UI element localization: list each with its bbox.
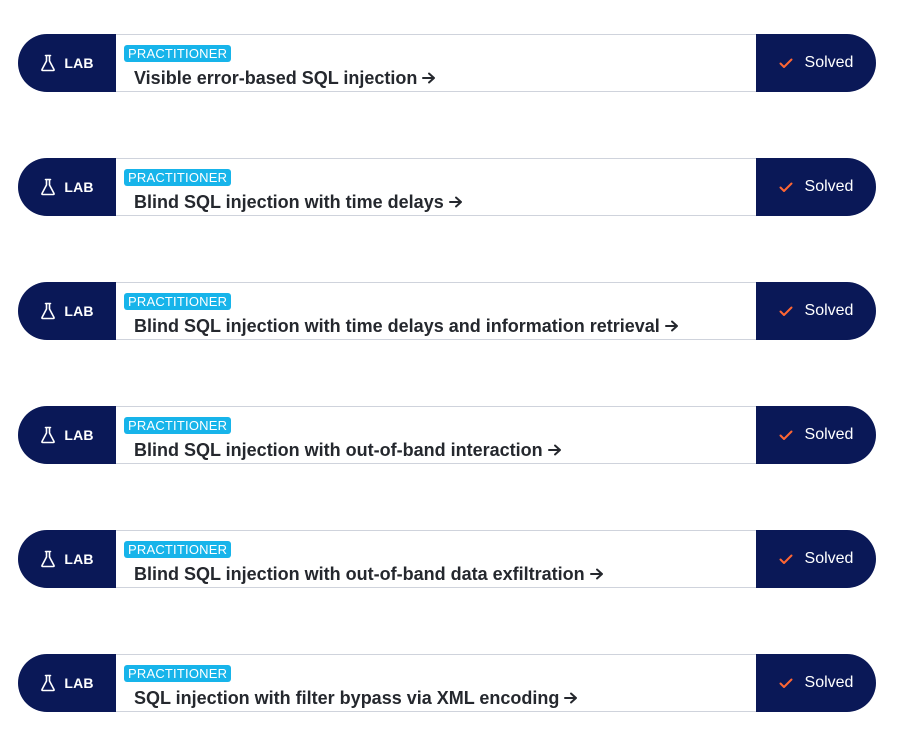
lab-tag: LAB [18, 34, 116, 92]
status-label: Solved [804, 674, 854, 691]
lab-body[interactable]: PRACTITIONER Visible error-based SQL inj… [116, 34, 756, 92]
lab-title: Blind SQL injection with time delays and… [134, 316, 660, 336]
lab-title-link[interactable]: Visible error-based SQL injection [134, 68, 436, 88]
level-badge: PRACTITIONER [124, 293, 232, 310]
arrow-right-icon [664, 320, 678, 332]
flask-icon [41, 550, 56, 568]
lab-tag-label: LAB [64, 303, 94, 319]
status-label: Solved [804, 426, 854, 443]
lab-body[interactable]: PRACTITIONER Blind SQL injection with ti… [116, 158, 756, 216]
lab-tag: LAB [18, 530, 116, 588]
lab-tag: LAB [18, 654, 116, 712]
lab-list: LAB PRACTITIONER Visible error-based SQL… [0, 0, 899, 750]
arrow-right-icon [448, 196, 462, 208]
lab-title: Blind SQL injection with out-of-band int… [134, 440, 543, 460]
status-label: Solved [804, 54, 854, 71]
level-badge: PRACTITIONER [124, 541, 232, 558]
lab-row[interactable]: LAB PRACTITIONER Blind SQL injection wit… [18, 282, 876, 340]
status-badge: Solved [756, 34, 876, 92]
check-icon [779, 182, 793, 192]
lab-tag: LAB [18, 158, 116, 216]
check-icon [779, 678, 793, 688]
flask-icon [41, 54, 56, 72]
status-label: Solved [804, 550, 854, 567]
lab-row[interactable]: LAB PRACTITIONER Blind SQL injection wit… [18, 158, 876, 216]
lab-tag-label: LAB [64, 427, 94, 443]
lab-title-link[interactable]: Blind SQL injection with out-of-band dat… [134, 564, 604, 584]
status-badge: Solved [756, 282, 876, 340]
lab-row[interactable]: LAB PRACTITIONER Blind SQL injection wit… [18, 530, 876, 588]
level-badge: PRACTITIONER [124, 417, 232, 434]
lab-title: Blind SQL injection with time delays [134, 192, 444, 212]
lab-body[interactable]: PRACTITIONER Blind SQL injection with ti… [116, 282, 756, 340]
lab-tag: LAB [18, 282, 116, 340]
lab-title: Blind SQL injection with out-of-band dat… [134, 564, 585, 584]
lab-body[interactable]: PRACTITIONER Blind SQL injection with ou… [116, 406, 756, 464]
lab-title-link[interactable]: Blind SQL injection with out-of-band int… [134, 440, 562, 460]
lab-tag: LAB [18, 406, 116, 464]
status-badge: Solved [756, 530, 876, 588]
lab-title-link[interactable]: SQL injection with filter bypass via XML… [134, 688, 578, 708]
lab-tag-label: LAB [64, 55, 94, 71]
check-icon [779, 430, 793, 440]
arrow-right-icon [422, 72, 436, 84]
lab-tag-label: LAB [64, 551, 94, 567]
arrow-right-icon [564, 692, 578, 704]
status-badge: Solved [756, 406, 876, 464]
flask-icon [41, 178, 56, 196]
flask-icon [41, 426, 56, 444]
status-label: Solved [804, 302, 854, 319]
status-badge: Solved [756, 158, 876, 216]
status-badge: Solved [756, 654, 876, 712]
arrow-right-icon [589, 568, 603, 580]
lab-title-link[interactable]: Blind SQL injection with time delays and… [134, 316, 679, 336]
check-icon [779, 58, 793, 68]
check-icon [779, 554, 793, 564]
lab-row[interactable]: LAB PRACTITIONER Visible error-based SQL… [18, 34, 876, 92]
lab-tag-label: LAB [64, 675, 94, 691]
level-badge: PRACTITIONER [124, 665, 232, 682]
flask-icon [41, 302, 56, 320]
lab-tag-label: LAB [64, 179, 94, 195]
lab-body[interactable]: PRACTITIONER Blind SQL injection with ou… [116, 530, 756, 588]
level-badge: PRACTITIONER [124, 45, 232, 62]
lab-title-link[interactable]: Blind SQL injection with time delays [134, 192, 463, 212]
flask-icon [41, 674, 56, 692]
lab-body[interactable]: PRACTITIONER SQL injection with filter b… [116, 654, 756, 712]
check-icon [779, 306, 793, 316]
lab-title: Visible error-based SQL injection [134, 68, 418, 88]
level-badge: PRACTITIONER [124, 169, 232, 186]
lab-title: SQL injection with filter bypass via XML… [134, 688, 560, 708]
lab-row[interactable]: LAB PRACTITIONER SQL injection with filt… [18, 654, 876, 712]
status-label: Solved [804, 178, 854, 195]
arrow-right-icon [547, 444, 561, 456]
lab-row[interactable]: LAB PRACTITIONER Blind SQL injection wit… [18, 406, 876, 464]
